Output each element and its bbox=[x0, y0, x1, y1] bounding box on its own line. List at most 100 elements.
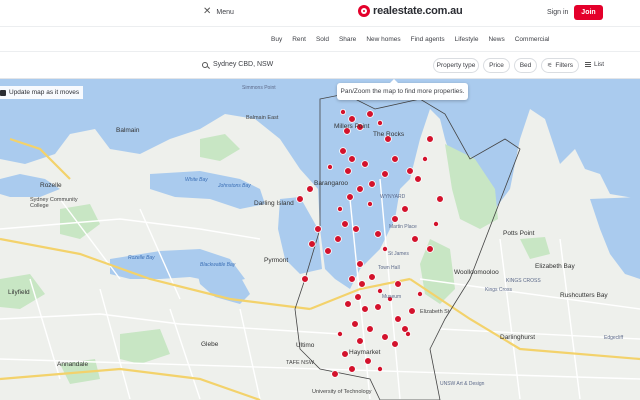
property-marker[interactable] bbox=[336, 206, 343, 213]
property-markers[interactable] bbox=[0, 79, 640, 400]
property-marker[interactable] bbox=[361, 160, 369, 168]
property-marker[interactable] bbox=[408, 307, 416, 315]
property-marker[interactable] bbox=[364, 357, 372, 365]
property-marker[interactable] bbox=[374, 230, 382, 238]
property-type-label: Property type bbox=[436, 62, 476, 69]
logo-icon bbox=[358, 5, 370, 17]
property-marker[interactable] bbox=[326, 164, 333, 171]
nav-item-new-homes[interactable]: New homes bbox=[366, 36, 400, 43]
property-marker[interactable] bbox=[381, 333, 389, 341]
property-marker[interactable] bbox=[336, 330, 343, 337]
property-marker[interactable] bbox=[324, 247, 332, 255]
property-marker[interactable] bbox=[348, 115, 356, 123]
property-marker[interactable] bbox=[436, 195, 444, 203]
property-marker[interactable] bbox=[344, 300, 352, 308]
nav-item-share[interactable]: Share bbox=[339, 36, 356, 43]
label-kings-cross: KINGS CROSS bbox=[506, 278, 541, 284]
property-marker[interactable] bbox=[411, 235, 419, 243]
property-marker[interactable] bbox=[406, 167, 414, 175]
label-darling-island: Darling Island bbox=[254, 200, 294, 207]
property-marker[interactable] bbox=[414, 175, 422, 183]
property-marker[interactable] bbox=[391, 340, 399, 348]
property-marker[interactable] bbox=[331, 370, 339, 378]
bed-filter[interactable]: Bed bbox=[514, 58, 537, 73]
property-marker[interactable] bbox=[391, 155, 399, 163]
property-marker[interactable] bbox=[348, 275, 356, 283]
property-marker[interactable] bbox=[368, 273, 376, 281]
label-martin-place: Martin Place bbox=[389, 224, 417, 230]
label-the-rocks: The Rocks bbox=[373, 131, 405, 138]
filters-button[interactable]: ⚟ Filters bbox=[541, 58, 579, 73]
menu-label: Menu bbox=[216, 8, 234, 16]
nav-item-buy[interactable]: Buy bbox=[271, 36, 282, 43]
property-marker[interactable] bbox=[426, 135, 434, 143]
property-marker[interactable] bbox=[376, 287, 383, 294]
property-marker[interactable] bbox=[416, 290, 423, 297]
nav-item-sold[interactable]: Sold bbox=[316, 36, 329, 43]
property-marker[interactable] bbox=[296, 195, 304, 203]
property-marker[interactable] bbox=[376, 365, 383, 372]
join-button[interactable]: Join bbox=[574, 5, 603, 20]
list-icon bbox=[585, 62, 591, 67]
property-marker[interactable] bbox=[401, 205, 409, 213]
search-input[interactable]: Sydney CBD, NSW bbox=[202, 61, 273, 68]
nav-item-lifestyle[interactable]: Lifestyle bbox=[455, 36, 479, 43]
property-marker[interactable] bbox=[361, 305, 369, 313]
property-marker[interactable] bbox=[351, 320, 359, 328]
nav-item-rent[interactable]: Rent bbox=[292, 36, 306, 43]
property-marker[interactable] bbox=[334, 235, 342, 243]
property-marker[interactable] bbox=[341, 350, 349, 358]
property-marker[interactable] bbox=[391, 215, 399, 223]
label-darlinghurst: Darlinghurst bbox=[500, 334, 536, 341]
property-marker[interactable] bbox=[374, 303, 382, 311]
property-marker[interactable] bbox=[348, 365, 356, 373]
property-marker[interactable] bbox=[394, 315, 402, 323]
label-st-james: St James bbox=[388, 251, 409, 257]
menu-button[interactable]: ✕ Menu bbox=[203, 7, 234, 17]
site-logo[interactable]: realestate.com.au bbox=[358, 5, 463, 17]
property-marker[interactable] bbox=[404, 330, 411, 337]
property-marker[interactable] bbox=[394, 280, 402, 288]
property-marker[interactable] bbox=[366, 325, 374, 333]
property-marker[interactable] bbox=[339, 147, 347, 155]
property-marker[interactable] bbox=[346, 193, 354, 201]
price-filter[interactable]: Price bbox=[483, 58, 510, 73]
property-marker[interactable] bbox=[301, 275, 309, 283]
property-marker[interactable] bbox=[348, 155, 356, 163]
list-view-button[interactable]: List bbox=[585, 61, 604, 68]
property-marker[interactable] bbox=[339, 108, 346, 115]
update-map-toggle[interactable]: Update map as it moves bbox=[0, 86, 84, 99]
property-marker[interactable] bbox=[421, 156, 428, 163]
property-marker[interactable] bbox=[376, 120, 383, 127]
property-marker[interactable] bbox=[314, 225, 322, 233]
property-marker[interactable] bbox=[432, 220, 439, 227]
map-canvas[interactable]: Simmons Point Millers Point The Rocks Ba… bbox=[0, 79, 640, 400]
update-map-label: Update map as it moves bbox=[9, 89, 80, 96]
property-marker[interactable] bbox=[352, 225, 360, 233]
property-type-filter[interactable]: Property type bbox=[433, 58, 479, 73]
property-marker[interactable] bbox=[358, 280, 366, 288]
property-marker[interactable] bbox=[341, 220, 349, 228]
nav-item-news[interactable]: News bbox=[488, 36, 504, 43]
property-marker[interactable] bbox=[366, 110, 374, 118]
checkbox-icon[interactable] bbox=[0, 89, 6, 96]
property-marker[interactable] bbox=[344, 167, 352, 175]
label-glebe: Glebe bbox=[201, 341, 219, 348]
property-marker[interactable] bbox=[308, 240, 316, 248]
nav-item-commercial[interactable]: Commercial bbox=[515, 36, 550, 43]
property-marker[interactable] bbox=[356, 337, 364, 345]
label-woolloomooloo: Woolloomooloo bbox=[454, 269, 499, 276]
property-marker[interactable] bbox=[381, 170, 389, 178]
property-marker[interactable] bbox=[306, 185, 314, 193]
property-marker[interactable] bbox=[354, 293, 362, 301]
list-label: List bbox=[594, 61, 605, 68]
sign-in-link[interactable]: Sign in bbox=[547, 9, 568, 16]
property-marker[interactable] bbox=[368, 180, 376, 188]
property-marker[interactable] bbox=[356, 260, 364, 268]
label-rozelle: Rozelle bbox=[40, 182, 62, 189]
nav-item-find-agents[interactable]: Find agents bbox=[411, 36, 445, 43]
property-marker[interactable] bbox=[356, 185, 364, 193]
property-marker[interactable] bbox=[426, 245, 434, 253]
property-marker[interactable] bbox=[366, 201, 373, 208]
property-marker[interactable] bbox=[381, 245, 388, 252]
